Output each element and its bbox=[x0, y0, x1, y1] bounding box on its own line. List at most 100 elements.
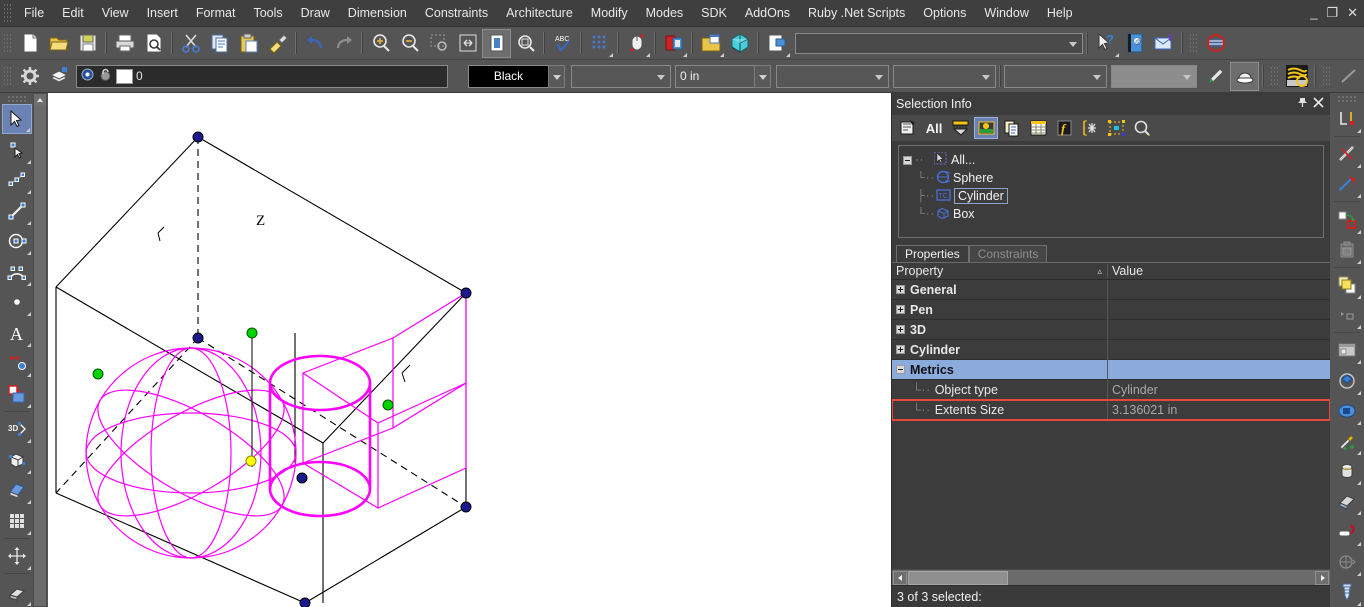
gear-icon[interactable] bbox=[15, 62, 44, 91]
menu-modify[interactable]: Modify bbox=[582, 1, 637, 25]
property-value-cell[interactable]: Cylinder bbox=[1108, 380, 1330, 400]
scroll-up-arrow[interactable] bbox=[34, 94, 46, 106]
zoom-in-icon[interactable] bbox=[366, 29, 395, 58]
select-tool[interactable] bbox=[1, 103, 32, 135]
magic-wand-icon[interactable] bbox=[1332, 426, 1362, 456]
zoom-out-icon[interactable] bbox=[395, 29, 424, 58]
menu-view[interactable]: View bbox=[93, 1, 138, 25]
menu-tools[interactable]: Tools bbox=[244, 1, 291, 25]
chevron-down-icon[interactable] bbox=[1093, 74, 1101, 80]
property-value-cell[interactable] bbox=[1108, 320, 1330, 340]
menu-ruby-net-scripts[interactable]: Ruby .Net Scripts bbox=[799, 1, 914, 25]
expand-toggle-icon[interactable] bbox=[896, 325, 905, 334]
menu-file[interactable]: File bbox=[15, 1, 53, 25]
column-header-property[interactable]: Property ▵ bbox=[892, 264, 1108, 278]
menubar-grip[interactable] bbox=[3, 3, 12, 23]
lineweight-selector[interactable]: 0 in bbox=[675, 64, 755, 88]
zoom-selection-icon[interactable] bbox=[1130, 117, 1154, 139]
copy-icon[interactable] bbox=[205, 29, 234, 58]
node-edit-tool[interactable] bbox=[2, 134, 32, 165]
line-tool[interactable] bbox=[2, 195, 32, 226]
zoom-page-icon[interactable] bbox=[482, 28, 511, 58]
copy-properties-icon[interactable] bbox=[1000, 117, 1024, 139]
properties-toolbar-grip[interactable] bbox=[3, 66, 12, 86]
zoom-window-icon[interactable] bbox=[424, 29, 453, 58]
no-hatch-icon[interactable] bbox=[1201, 29, 1230, 58]
close-button[interactable]: ✕ bbox=[1347, 6, 1358, 19]
open-library-icon[interactable] bbox=[696, 29, 725, 58]
paste-icon[interactable] bbox=[234, 29, 263, 58]
tree-root-node[interactable]: ·· All... bbox=[903, 151, 1319, 169]
context-help-icon[interactable]: ? bbox=[1091, 29, 1120, 58]
restore-button[interactable]: ❐ bbox=[1326, 6, 1338, 19]
canvas-vertical-scrollbar[interactable] bbox=[33, 93, 47, 607]
layer-lock-icon[interactable] bbox=[98, 67, 113, 85]
chevron-down-icon[interactable] bbox=[875, 74, 883, 80]
color-selector[interactable]: Black bbox=[468, 64, 549, 88]
chevron-down-icon[interactable] bbox=[657, 74, 665, 80]
menu-modes[interactable]: Modes bbox=[637, 1, 693, 25]
extrude-tool[interactable] bbox=[2, 475, 32, 506]
clean-intersection-icon[interactable] bbox=[1332, 139, 1362, 169]
collapse-toggle-icon[interactable] bbox=[896, 365, 905, 374]
select-mode-icon[interactable] bbox=[896, 117, 920, 139]
layer-color-swatch[interactable] bbox=[116, 68, 133, 84]
snap-node-icon[interactable] bbox=[1078, 117, 1102, 139]
property-value-cell[interactable] bbox=[1108, 280, 1330, 300]
highlight-icon[interactable] bbox=[974, 117, 998, 139]
select-all-icon[interactable]: All bbox=[922, 117, 946, 139]
format-painter-icon[interactable] bbox=[263, 29, 292, 58]
arc-tool[interactable] bbox=[2, 256, 32, 287]
address-book-icon[interactable]: @ bbox=[1120, 29, 1149, 58]
pen-icon[interactable] bbox=[1201, 62, 1230, 91]
sweep-icon[interactable] bbox=[1332, 486, 1362, 516]
layer-selector[interactable]: 0 bbox=[76, 64, 448, 88]
box-solid-tool[interactable] bbox=[2, 444, 32, 475]
hatch-fill-tool[interactable] bbox=[2, 378, 32, 409]
window-tool-icon[interactable] bbox=[1332, 335, 1362, 365]
expand-toggle-icon[interactable] bbox=[896, 345, 905, 354]
hatch-selector[interactable] bbox=[1004, 64, 1107, 88]
corner-dimension-icon[interactable] bbox=[1332, 104, 1362, 134]
trim-extend-icon[interactable] bbox=[1332, 169, 1362, 199]
property-value-cell[interactable]: 3.136021 in bbox=[1108, 400, 1330, 420]
tree-item-box[interactable]: └·· Box bbox=[903, 205, 1319, 223]
property-row[interactable]: Metrics bbox=[892, 359, 1330, 380]
undo-icon[interactable] bbox=[300, 29, 329, 58]
line-style-grip[interactable] bbox=[1322, 66, 1331, 86]
zoom-extents-icon[interactable] bbox=[453, 29, 482, 58]
layers-icon[interactable] bbox=[44, 62, 73, 91]
send-mail-icon[interactable] bbox=[1149, 29, 1178, 58]
column-header-value[interactable]: Value bbox=[1108, 264, 1330, 278]
layer-visibility-icon[interactable] bbox=[80, 67, 95, 85]
tree-item-sphere[interactable]: └·· Sphere bbox=[903, 169, 1319, 187]
menu-format[interactable]: Format bbox=[187, 1, 245, 25]
hscroll-thumb[interactable] bbox=[908, 570, 1008, 585]
function-icon[interactable]: f bbox=[1052, 117, 1076, 139]
save-icon[interactable] bbox=[73, 29, 102, 58]
move-tool[interactable] bbox=[2, 541, 32, 572]
property-value-cell[interactable] bbox=[1108, 300, 1330, 320]
scroll-right-arrow[interactable] bbox=[1315, 570, 1329, 585]
menu-insert[interactable]: Insert bbox=[138, 1, 187, 25]
selection-tree[interactable]: ·· All... └·· Sphere ├·· TC Cylinder └··… bbox=[898, 145, 1324, 238]
property-row[interactable]: └·· Extents Size 3.136021 in bbox=[892, 399, 1330, 421]
text-tool[interactable]: A bbox=[2, 317, 32, 348]
bring-to-front-icon[interactable] bbox=[1332, 270, 1362, 300]
3d-tool[interactable]: 3D bbox=[2, 414, 32, 445]
cad-canvas[interactable]: Z bbox=[48, 93, 891, 607]
3d-view-icon[interactable] bbox=[725, 29, 754, 58]
copy-offset-icon[interactable] bbox=[1332, 204, 1362, 234]
menu-draw[interactable]: Draw bbox=[292, 1, 339, 25]
snap-grid-icon[interactable] bbox=[585, 29, 614, 58]
table-view-icon[interactable] bbox=[1026, 117, 1050, 139]
hscroll-track[interactable] bbox=[1008, 571, 1314, 585]
hatch-pattern-grip[interactable] bbox=[1270, 66, 1279, 86]
cut-scissors-icon[interactable] bbox=[176, 29, 205, 58]
mouse-settings-icon[interactable] bbox=[622, 29, 651, 58]
chevron-down-icon[interactable] bbox=[1183, 74, 1191, 80]
tree-item-cylinder[interactable]: ├·· TC Cylinder bbox=[903, 187, 1319, 205]
dimstyle-selector[interactable] bbox=[893, 64, 996, 88]
left-toolbar-grip[interactable] bbox=[6, 95, 27, 102]
paste-special-icon[interactable] bbox=[1332, 235, 1362, 265]
